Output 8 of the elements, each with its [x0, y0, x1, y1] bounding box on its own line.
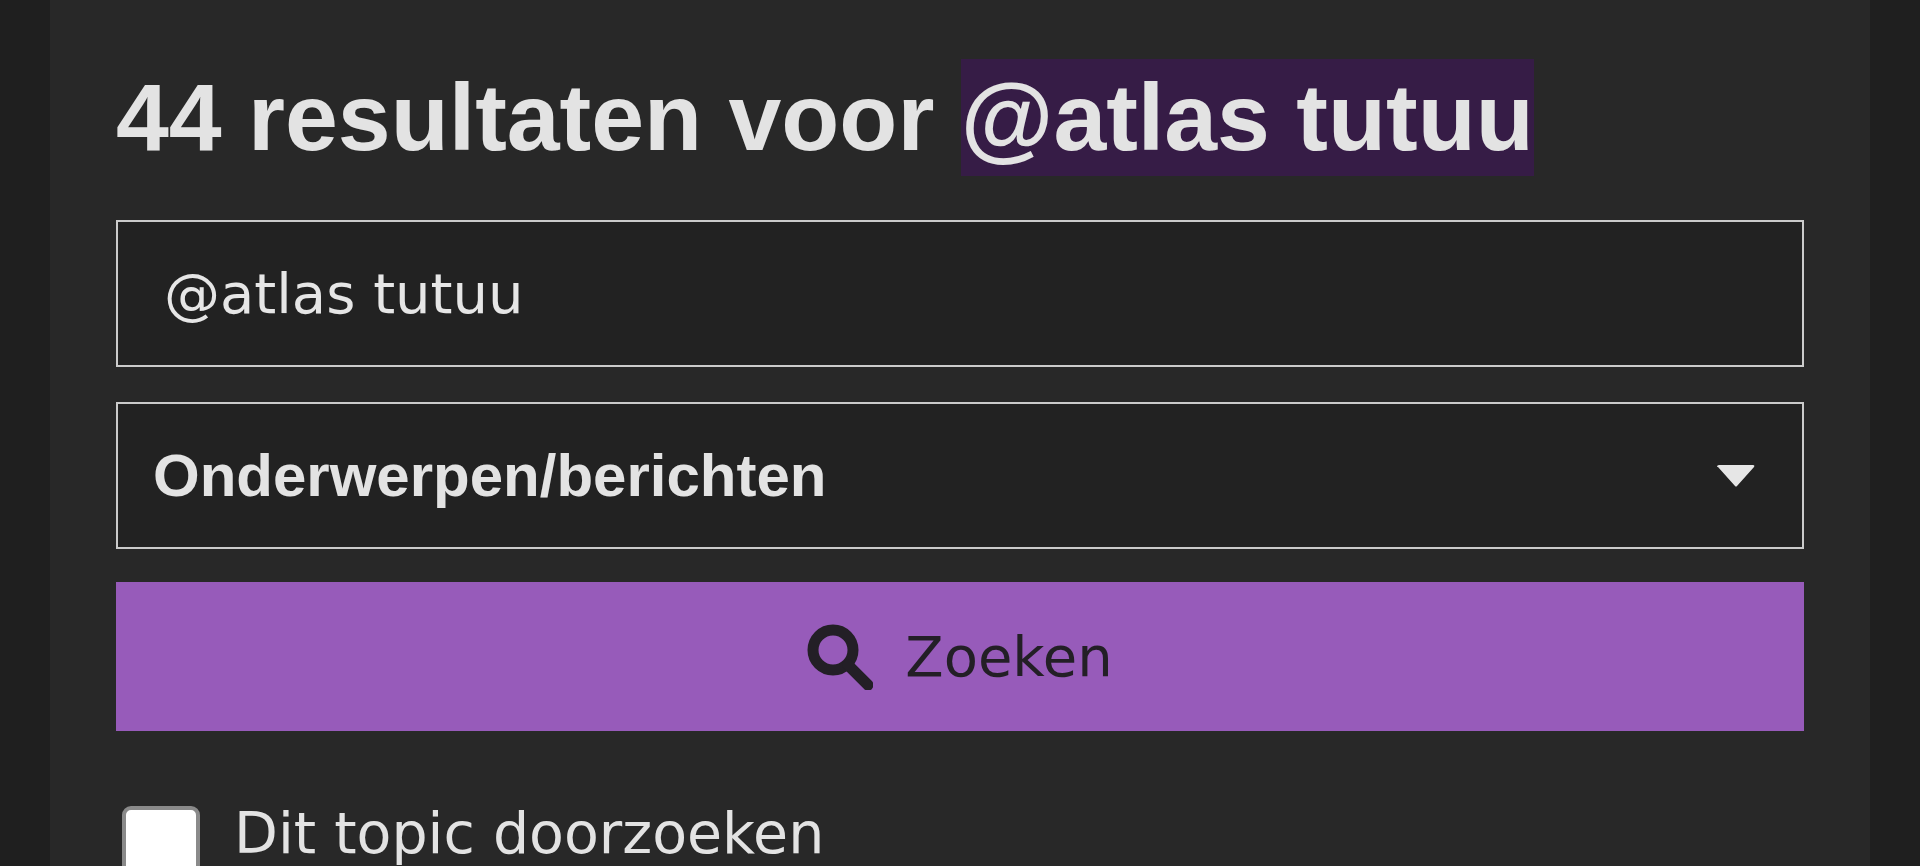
results-heading: 44 resultaten voor [116, 64, 935, 170]
scope-select[interactable]: Onderwerpen/berichten [116, 402, 1804, 549]
checkbox[interactable] [122, 806, 200, 866]
search-field[interactable]: @atlas tutuu [116, 220, 1804, 367]
search-query-highlight: @atlas tutuu [960, 59, 1534, 176]
caret-icon [1717, 464, 1755, 487]
checkbox-label[interactable]: Dit topic doorzoeken [234, 800, 825, 866]
search-icon [807, 623, 874, 690]
